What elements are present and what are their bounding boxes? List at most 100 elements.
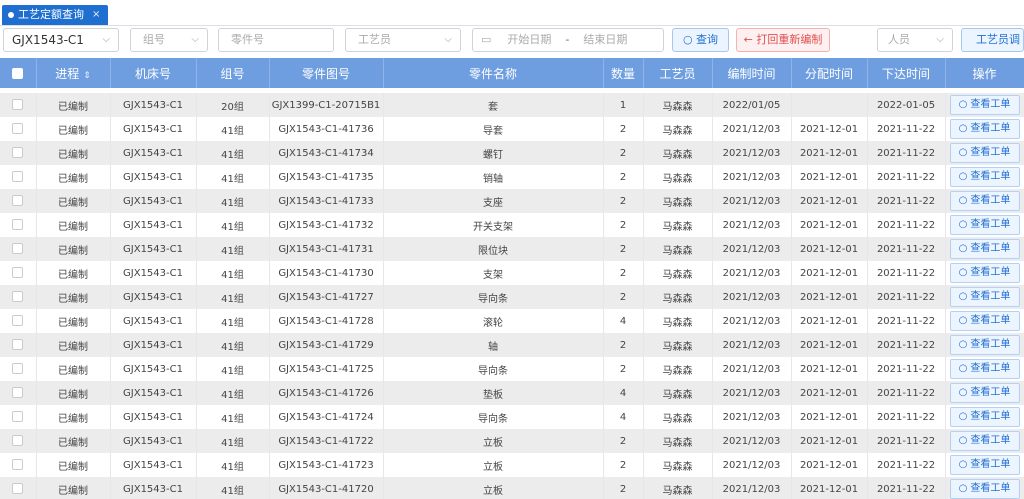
view-work-order-button[interactable]: ○ 查看工单 bbox=[949, 95, 1020, 115]
table-row[interactable]: 已编制 GJX1543-C1 41组 GJX1543-C1-41730 支架 2 马森森 20… bbox=[0, 261, 1024, 285]
row-select-cell[interactable] bbox=[0, 261, 37, 285]
row-select-cell[interactable] bbox=[0, 117, 37, 141]
view-work-order-button[interactable]: ○ 查看工单 bbox=[949, 143, 1020, 163]
part-number-input[interactable]: 零件号 bbox=[218, 28, 334, 52]
row-checkbox[interactable] bbox=[12, 291, 24, 303]
table-row[interactable]: 已编制 GJX1543-C1 41组 GJX1543-C1-41734 螺钉 2 马森森 20… bbox=[0, 141, 1024, 165]
row-checkbox[interactable] bbox=[12, 339, 24, 351]
row-select-cell[interactable] bbox=[0, 477, 37, 499]
table-row[interactable]: 已编制 GJX1543-C1 41组 GJX1543-C1-41722 立板 2 马森森 20… bbox=[0, 429, 1024, 453]
row-select-cell[interactable] bbox=[0, 189, 37, 213]
row-checkbox[interactable] bbox=[12, 147, 24, 159]
table-row[interactable]: 已编制 GJX1543-C1 41组 GJX1543-C1-41733 支座 2 马森森 20… bbox=[0, 189, 1024, 213]
made-time-cell: 2021/12/03 bbox=[712, 165, 792, 189]
row-checkbox[interactable] bbox=[12, 99, 24, 111]
close-icon[interactable]: × bbox=[92, 5, 100, 25]
view-work-order-button[interactable]: ○ 查看工单 bbox=[949, 287, 1020, 307]
row-select-cell[interactable] bbox=[0, 141, 37, 165]
row-select-cell[interactable] bbox=[0, 93, 37, 117]
row-select-cell[interactable] bbox=[0, 213, 37, 237]
table-row[interactable]: 已编制 GJX1543-C1 41组 GJX1543-C1-41735 销轴 2 马森森 20… bbox=[0, 165, 1024, 189]
row-checkbox[interactable] bbox=[12, 459, 24, 471]
row-select-cell[interactable] bbox=[0, 165, 37, 189]
quantity-cell: 2 bbox=[603, 477, 644, 499]
drawing-cell: GJX1543-C1-41729 bbox=[269, 333, 384, 357]
row-select-cell[interactable] bbox=[0, 333, 37, 357]
search-icon: ○ bbox=[958, 339, 968, 350]
table-row[interactable]: 已编制 GJX1543-C1 41组 GJX1543-C1-41728 滚轮 4 马森森 20… bbox=[0, 309, 1024, 333]
view-work-order-button[interactable]: ○ 查看工单 bbox=[949, 215, 1020, 235]
row-checkbox[interactable] bbox=[12, 195, 24, 207]
status-cell: 已编制 bbox=[36, 357, 111, 381]
row-checkbox[interactable] bbox=[12, 315, 24, 327]
table-row[interactable]: 已编制 GJX1543-C1 41组 GJX1543-C1-41724 导向条 4 马森森 2… bbox=[0, 405, 1024, 429]
row-select-cell[interactable] bbox=[0, 453, 37, 477]
table-row[interactable]: 已编制 GJX1543-C1 41组 GJX1543-C1-41729 轴 2 马森森 202… bbox=[0, 333, 1024, 357]
row-checkbox[interactable] bbox=[12, 435, 24, 447]
row-select-cell[interactable] bbox=[0, 285, 37, 309]
view-work-order-button[interactable]: ○ 查看工单 bbox=[949, 383, 1020, 403]
sort-icon[interactable]: ⇕ bbox=[83, 71, 91, 81]
table-row[interactable]: 已编制 GJX1543-C1 41组 GJX1543-C1-41723 立板 2 马森森 20… bbox=[0, 453, 1024, 477]
row-select-cell[interactable] bbox=[0, 357, 37, 381]
view-work-order-button[interactable]: ○ 查看工单 bbox=[949, 455, 1020, 475]
chevron-down-icon: ⌵ bbox=[444, 34, 452, 45]
view-work-order-button[interactable]: ○ 查看工单 bbox=[949, 167, 1020, 187]
start-date-placeholder[interactable]: 开始日期 bbox=[507, 29, 551, 51]
group-select[interactable]: 组号 ⌵ bbox=[130, 28, 208, 52]
table-row[interactable]: 已编制 GJX1543-C1 41组 GJX1543-C1-41736 导套 2 马森森 20… bbox=[0, 117, 1024, 141]
technician-cell: 马森森 bbox=[643, 213, 713, 237]
query-button[interactable]: ○ 查询 bbox=[672, 28, 729, 52]
technician-adjust-button[interactable]: 工艺员调整 bbox=[961, 28, 1024, 52]
row-checkbox[interactable] bbox=[12, 411, 24, 423]
technician-select[interactable]: 工艺员 ⌵ bbox=[345, 28, 461, 52]
view-work-order-button[interactable]: ○ 查看工单 bbox=[949, 335, 1020, 355]
drawing-cell: GJX1399-C1-20715B1 bbox=[269, 93, 384, 117]
view-work-order-button[interactable]: ○ 查看工单 bbox=[949, 311, 1020, 331]
row-select-cell[interactable] bbox=[0, 237, 37, 261]
status-cell: 已编制 bbox=[36, 333, 111, 357]
drawing-cell: GJX1543-C1-41735 bbox=[269, 165, 384, 189]
table-row[interactable]: 已编制 GJX1543-C1 41组 GJX1543-C1-41732 开关支架 2 马森森… bbox=[0, 213, 1024, 237]
header-drawing: 零件图号 bbox=[269, 58, 384, 88]
view-work-order-button[interactable]: ○ 查看工单 bbox=[949, 407, 1020, 427]
view-work-order-button[interactable]: ○ 查看工单 bbox=[949, 119, 1020, 139]
row-checkbox[interactable] bbox=[12, 243, 24, 255]
tab-craft-quota-query[interactable]: 工艺定额查询 × bbox=[2, 5, 109, 25]
view-work-order-button[interactable]: ○ 查看工单 bbox=[949, 479, 1020, 499]
machine-cell: GJX1543-C1 bbox=[110, 333, 197, 357]
row-select-cell[interactable] bbox=[0, 381, 37, 405]
view-work-order-button[interactable]: ○ 查看工单 bbox=[949, 359, 1020, 379]
header-actions: 操作 bbox=[945, 58, 1024, 88]
table-row[interactable]: 已编制 GJX1543-C1 41组 GJX1543-C1-41731 限位块 2 马森森 2… bbox=[0, 237, 1024, 261]
date-range-picker[interactable]: ▭ 开始日期 - 结束日期 bbox=[472, 28, 664, 52]
row-checkbox[interactable] bbox=[12, 483, 24, 495]
select-all-checkbox[interactable] bbox=[12, 68, 24, 79]
view-work-order-button[interactable]: ○ 查看工单 bbox=[949, 191, 1020, 211]
row-checkbox[interactable] bbox=[12, 267, 24, 279]
view-work-order-button[interactable]: ○ 查看工单 bbox=[949, 239, 1020, 259]
view-work-order-button[interactable]: ○ 查看工单 bbox=[949, 431, 1020, 451]
table-row[interactable]: 已编制 GJX1543-C1 41组 GJX1543-C1-41726 垫板 4 马森森 20… bbox=[0, 381, 1024, 405]
table-row[interactable]: 已编制 GJX1543-C1 41组 GJX1543-C1-41725 导向条 2 马森森 2… bbox=[0, 357, 1024, 381]
row-checkbox[interactable] bbox=[12, 387, 24, 399]
table-row[interactable]: 已编制 GJX1543-C1 20组 GJX1399-C1-20715B1 套 1 马森森 2… bbox=[0, 93, 1024, 117]
chevron-down-icon: ⌵ bbox=[191, 34, 199, 45]
row-select-cell[interactable] bbox=[0, 405, 37, 429]
table-row[interactable]: 已编制 GJX1543-C1 41组 GJX1543-C1-41727 导向条 2 马森森 2… bbox=[0, 285, 1024, 309]
row-select-cell[interactable] bbox=[0, 309, 37, 333]
part-name-cell: 导向条 bbox=[383, 285, 604, 309]
machine-select[interactable]: GJX1543-C1 ⌵ bbox=[3, 28, 119, 52]
row-select-cell[interactable] bbox=[0, 429, 37, 453]
table-row[interactable]: 已编制 GJX1543-C1 41组 GJX1543-C1-41720 立板 2 马森森 20… bbox=[0, 477, 1024, 499]
header-status[interactable]: 进程 ⇕ bbox=[36, 58, 111, 88]
send-back-button[interactable]: ← 打回重新编制 bbox=[736, 28, 830, 52]
end-date-placeholder[interactable]: 结束日期 bbox=[583, 29, 627, 51]
view-work-order-button[interactable]: ○ 查看工单 bbox=[949, 263, 1020, 283]
row-checkbox[interactable] bbox=[12, 219, 24, 231]
row-checkbox[interactable] bbox=[12, 363, 24, 375]
person-select[interactable]: 人员 ⌵ bbox=[877, 28, 953, 52]
select-all-header[interactable] bbox=[0, 58, 37, 88]
row-checkbox[interactable] bbox=[12, 123, 24, 135]
row-checkbox[interactable] bbox=[12, 171, 24, 183]
